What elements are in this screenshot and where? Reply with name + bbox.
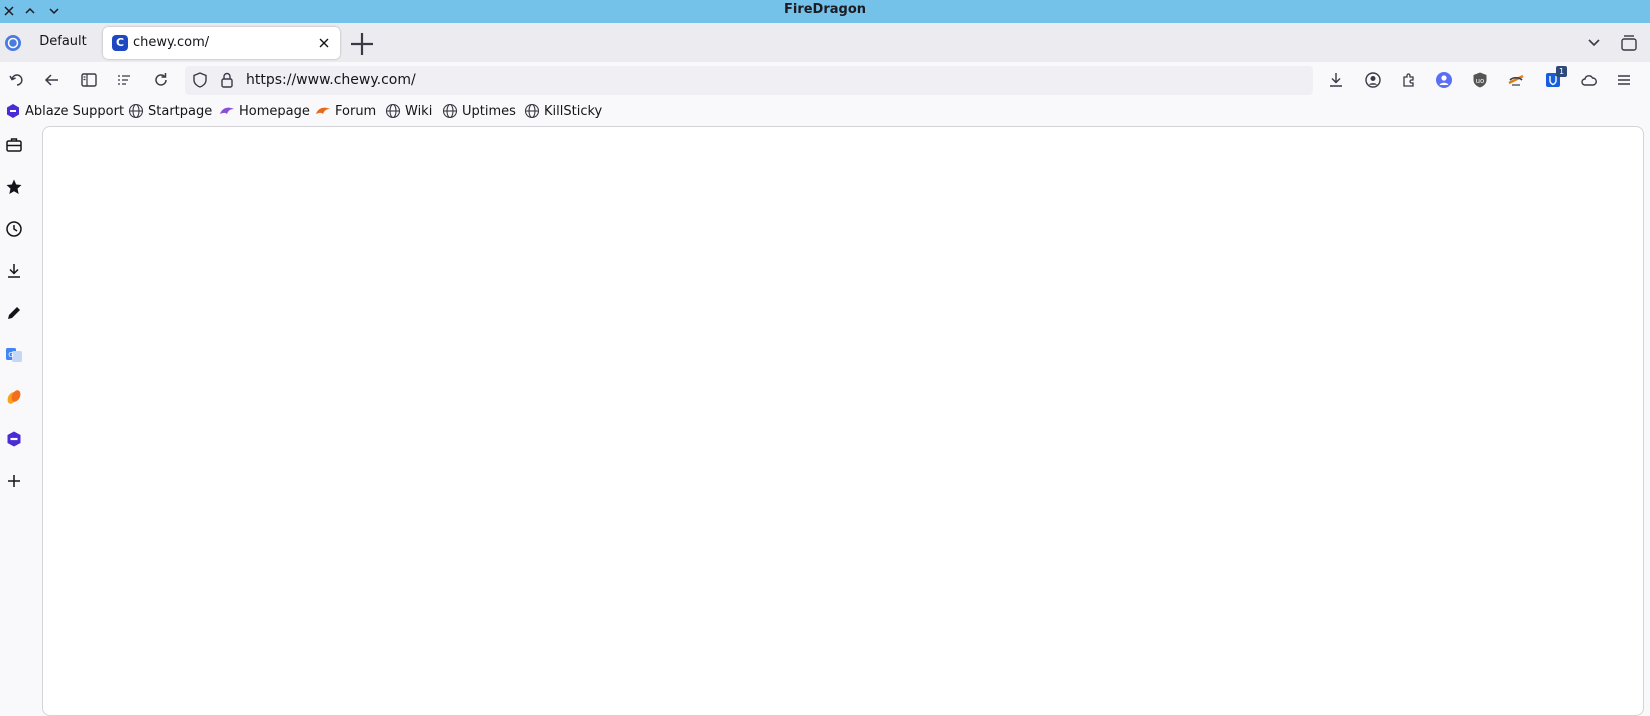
bookmark-ablaze-support[interactable]: Ablaze Support xyxy=(5,100,124,122)
bookmark-label: Ablaze Support xyxy=(25,103,125,119)
title-bar: FireDragon xyxy=(0,0,1650,23)
bookmark-label: KillSticky xyxy=(544,103,603,119)
dragon-icon xyxy=(220,107,234,114)
globe-icon xyxy=(385,103,401,119)
window-title: FireDragon xyxy=(783,2,867,17)
sidebar-ablaze-icon[interactable] xyxy=(3,428,25,450)
ublock-origin-icon[interactable]: uo xyxy=(1468,68,1492,92)
bookmark-label: Homepage xyxy=(239,103,310,119)
bookmark-label: Startpage xyxy=(148,103,213,119)
bookmark-killsticky[interactable]: KillSticky xyxy=(524,100,602,122)
svg-text:G: G xyxy=(8,351,13,359)
new-tab-icon[interactable] xyxy=(347,30,377,58)
downloads-icon[interactable] xyxy=(1324,68,1348,92)
sidebar-toggle-icon[interactable] xyxy=(77,68,101,92)
sidebar-add-icon[interactable] xyxy=(3,470,25,492)
firedragon-profile-icon[interactable] xyxy=(4,34,22,52)
globe-icon xyxy=(524,103,540,119)
sidebar-leaves-icon[interactable] xyxy=(3,386,25,408)
tracking-protection-shield-icon[interactable] xyxy=(188,68,212,92)
tab-overview-icon[interactable] xyxy=(1619,33,1639,53)
tree-tabs-icon[interactable] xyxy=(112,68,136,92)
bookmark-uptimes[interactable]: Uptimes xyxy=(442,100,516,122)
bookmark-homepage[interactable]: Homepage xyxy=(219,100,310,122)
bookmark-startpage[interactable]: Startpage xyxy=(128,100,212,122)
sidebar-toolbox-icon[interactable] xyxy=(3,134,25,156)
account-icon[interactable] xyxy=(1361,68,1385,92)
hamburger-menu-icon[interactable] xyxy=(1612,68,1636,92)
list-all-tabs-icon[interactable] xyxy=(1584,33,1604,53)
sidebar-bookmarks-star-icon[interactable] xyxy=(3,176,25,198)
profile-default-label[interactable]: Default xyxy=(28,25,98,59)
sidebar-notes-pencil-icon[interactable] xyxy=(3,302,25,324)
url-text[interactable]: https://www.chewy.com/ xyxy=(246,66,416,95)
dragon-orange-icon xyxy=(316,107,330,114)
sidebar xyxy=(0,125,42,706)
bookmark-label: Wiki xyxy=(405,103,433,119)
tab-chewy[interactable]: C chewy.com/ xyxy=(103,27,340,59)
darkreader-icon[interactable] xyxy=(1504,68,1528,92)
bookmark-label: Uptimes xyxy=(462,103,516,119)
extension-badge: 1 xyxy=(1556,66,1567,77)
sidebar-translate-icon[interactable]: G xyxy=(3,344,25,366)
profile-avatar-icon[interactable] xyxy=(1432,68,1456,92)
extensions-puzzle-icon[interactable] xyxy=(1397,68,1421,92)
globe-icon xyxy=(442,103,458,119)
svg-text:uo: uo xyxy=(1476,77,1485,85)
page-content-area[interactable] xyxy=(42,126,1644,716)
bookmark-forum[interactable]: Forum xyxy=(315,100,376,122)
bookmark-wiki[interactable]: Wiki xyxy=(385,100,432,122)
cloud-sync-icon[interactable] xyxy=(1577,68,1601,92)
tab-title: chewy.com/ xyxy=(133,35,210,50)
reload-icon[interactable] xyxy=(149,68,173,92)
lock-icon[interactable] xyxy=(215,68,239,92)
chewy-favicon-icon: C xyxy=(112,35,128,51)
ablaze-icon xyxy=(7,104,19,118)
bookmark-label: Forum xyxy=(335,103,377,119)
sidebar-downloads-icon[interactable] xyxy=(3,260,25,282)
sidebar-history-clock-icon[interactable] xyxy=(3,218,25,240)
undo-close-tab-icon[interactable] xyxy=(5,68,29,92)
back-icon[interactable] xyxy=(40,68,64,92)
globe-icon xyxy=(128,103,144,119)
close-tab-icon[interactable] xyxy=(316,35,332,51)
